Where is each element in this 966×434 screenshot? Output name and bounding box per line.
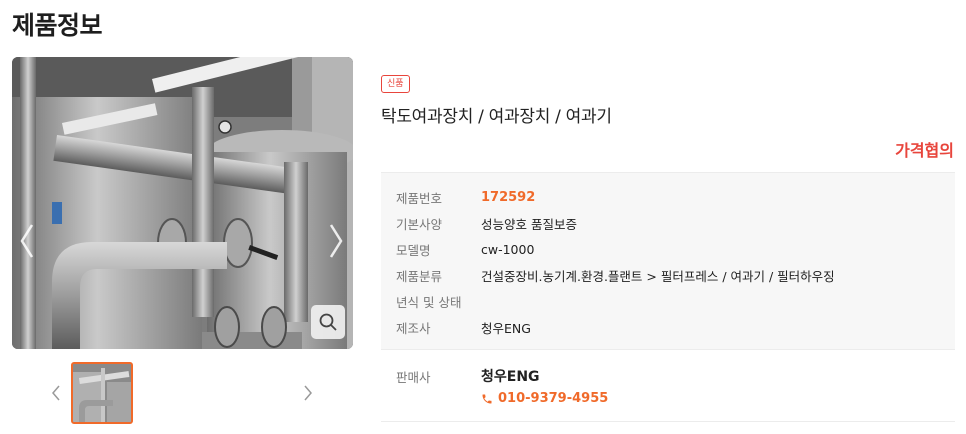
spec-row-basic-spec: 기본사양 성능양호 품질보증 xyxy=(396,212,577,234)
product-main-image[interactable] xyxy=(12,57,353,349)
spec-row-model: 모델명 cw-1000 xyxy=(396,238,534,260)
new-badge: 신품 xyxy=(381,75,410,93)
spec-label: 제품번호 xyxy=(396,190,443,206)
spec-label: 제조사 xyxy=(396,320,431,336)
spec-value: 172592 xyxy=(481,189,536,205)
thumbnail-prev-button[interactable] xyxy=(48,378,64,408)
chevron-right-icon xyxy=(329,224,343,258)
spec-row-product-number: 제품번호 172592 xyxy=(396,186,535,208)
chevron-left-icon xyxy=(20,224,34,258)
seller-phone-number: 010-9379-4955 xyxy=(498,391,609,406)
gallery-next-button[interactable] xyxy=(325,217,347,265)
gallery-prev-button[interactable] xyxy=(16,217,38,265)
spec-value: 성능양호 품질보증 xyxy=(481,216,577,232)
price: 가격협의 xyxy=(895,141,954,160)
seller-label: 판매사 xyxy=(396,370,431,385)
spec-row-category: 제품분류 건설중장비.농기계.환경.플랜트 > 필터프레스 / 여과기 / 필터… xyxy=(396,264,835,286)
spec-label: 기본사양 xyxy=(396,216,443,232)
thumbnail-image[interactable] xyxy=(71,362,133,424)
seller-section: 판매사 청우ENG 010-9379-4955 xyxy=(381,349,955,422)
product-title: 탁도여과장치 / 여과장치 / 여과기 xyxy=(381,107,612,127)
chevron-right-icon xyxy=(304,385,312,401)
spec-label: 년식 및 상태 xyxy=(396,294,462,310)
product-photo xyxy=(12,57,353,349)
thumbnail-photo xyxy=(73,364,131,422)
phone-icon xyxy=(482,394,492,403)
seller-phone-link[interactable]: 010-9379-4955 xyxy=(481,391,608,406)
spec-label: 제품분류 xyxy=(396,268,443,284)
chevron-left-icon xyxy=(52,385,60,401)
thumbnail-next-button[interactable] xyxy=(300,378,316,408)
spec-value: 건설중장비.농기계.환경.플랜트 > 필터프레스 / 여과기 / 필터하우징 xyxy=(481,268,835,284)
spec-label: 모델명 xyxy=(396,242,431,258)
spec-value: cw-1000 xyxy=(481,241,535,257)
zoom-button[interactable] xyxy=(311,305,345,339)
magnifier-icon xyxy=(319,313,337,331)
spec-value: 청우ENG xyxy=(481,320,531,336)
spec-row-manufacturer: 제조사 청우ENG xyxy=(396,316,531,338)
seller-name[interactable]: 청우ENG xyxy=(481,366,540,386)
spec-row-year-condition: 년식 및 상태 xyxy=(396,290,481,312)
spec-table: 제품번호 172592 기본사양 성능양호 품질보증 모델명 cw-1000 제… xyxy=(381,172,955,349)
page-title: 제품정보 xyxy=(12,11,103,40)
